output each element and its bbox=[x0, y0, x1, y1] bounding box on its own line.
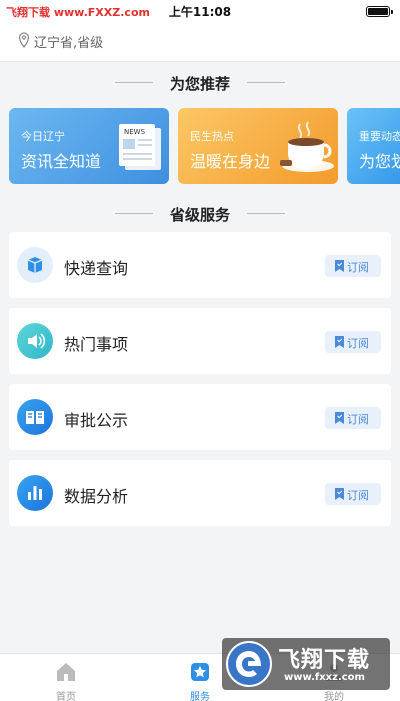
subscribe-button[interactable]: 订阅 bbox=[325, 255, 381, 277]
services-section-title: 省级服务 bbox=[0, 204, 400, 225]
subscribe-label: 订阅 bbox=[347, 489, 369, 502]
battery-icon bbox=[366, 6, 393, 17]
watermark-brand: 飞翔下载 bbox=[278, 648, 371, 673]
coffee-cup-icon bbox=[280, 121, 334, 172]
card-subtitle: 重要动态 bbox=[359, 130, 400, 143]
recommend-carousel[interactable]: 今日辽宁 资讯全知道 NEWS 民生热点 温暖在身边 重要动态 为您划 bbox=[0, 108, 400, 184]
package-icon bbox=[17, 247, 53, 283]
title-divider-right bbox=[247, 213, 285, 214]
subscribe-button[interactable]: 订阅 bbox=[325, 331, 381, 353]
card-title: 资讯全知道 bbox=[21, 152, 102, 171]
service-label: 数据分析 bbox=[64, 487, 129, 506]
bookmark-icon bbox=[335, 260, 344, 272]
location-bar[interactable]: 辽宁省,省级 bbox=[0, 22, 400, 62]
tab-label: 首页 bbox=[56, 692, 76, 701]
recommend-card-news-updates[interactable]: 重要动态 为您划 bbox=[347, 108, 400, 184]
newspaper-badge: NEWS bbox=[124, 128, 146, 136]
tab-home[interactable]: 首页 bbox=[26, 654, 106, 701]
title-divider-left bbox=[115, 82, 153, 83]
location-pin-icon bbox=[18, 32, 30, 48]
book-icon bbox=[17, 399, 53, 435]
subscribe-label: 订阅 bbox=[347, 337, 369, 350]
recommend-title-text: 为您推荐 bbox=[169, 75, 230, 93]
service-item-approval[interactable]: 审批公示 订阅 bbox=[9, 384, 391, 450]
card-subtitle: 民生热点 bbox=[190, 130, 234, 143]
title-divider-right bbox=[247, 82, 285, 83]
star-icon bbox=[191, 663, 209, 681]
watermark-logo-icon bbox=[226, 641, 272, 687]
clock: 上午11:08 bbox=[168, 5, 232, 19]
home-icon bbox=[57, 663, 75, 681]
recommend-section-title: 为您推荐 bbox=[0, 73, 400, 94]
service-item-hot-topics[interactable]: 热门事项 订阅 bbox=[9, 308, 391, 374]
bar-chart-icon bbox=[17, 475, 53, 511]
services-title-text: 省级服务 bbox=[169, 206, 230, 224]
service-label: 热门事项 bbox=[64, 335, 129, 354]
subscribe-button[interactable]: 订阅 bbox=[325, 407, 381, 429]
service-item-data-analysis[interactable]: 数据分析 订阅 bbox=[9, 460, 391, 526]
newspaper-icon: NEWS bbox=[119, 124, 161, 170]
subscribe-label: 订阅 bbox=[347, 261, 369, 274]
watermark-url: www.fxxz.com bbox=[284, 672, 365, 683]
card-title: 温暖在身边 bbox=[190, 152, 271, 171]
status-bar: 飞翔下载 www.FXXZ.com 上午11:08 bbox=[0, 0, 400, 22]
speaker-icon bbox=[17, 323, 53, 359]
card-title: 为您划 bbox=[359, 152, 400, 171]
service-label: 审批公示 bbox=[64, 411, 129, 430]
title-divider-left bbox=[115, 213, 153, 214]
recommend-card-livelihood[interactable]: 民生热点 温暖在身边 bbox=[178, 108, 338, 184]
card-subtitle: 今日辽宁 bbox=[21, 130, 65, 143]
service-item-express[interactable]: 快递查询 订阅 bbox=[9, 232, 391, 298]
bookmark-icon bbox=[335, 336, 344, 348]
subscribe-label: 订阅 bbox=[347, 413, 369, 426]
recommend-card-news[interactable]: 今日辽宁 资讯全知道 NEWS bbox=[9, 108, 169, 184]
service-label: 快递查询 bbox=[64, 259, 129, 278]
bookmark-icon bbox=[335, 412, 344, 424]
watermark-overlay: 飞翔下载 www.fxxz.com bbox=[222, 638, 390, 690]
subscribe-button[interactable]: 订阅 bbox=[325, 483, 381, 505]
bookmark-icon bbox=[335, 488, 344, 500]
location-text: 辽宁省,省级 bbox=[34, 36, 104, 51]
